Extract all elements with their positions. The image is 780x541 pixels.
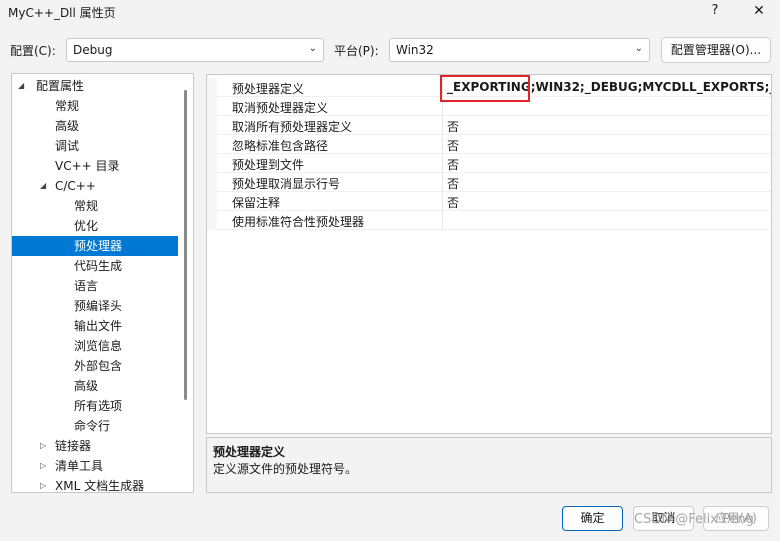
grid-row[interactable]: 忽略标准包含路径 否	[207, 135, 771, 154]
grid-row[interactable]: 预处理取消显示行号 否	[207, 173, 771, 192]
property-value[interactable]: 否	[447, 137, 459, 154]
tree-item-external-includes[interactable]: 外部包含	[12, 356, 178, 376]
platform-value: Win32	[396, 43, 434, 57]
tree-item-xml-doc-generator[interactable]: ▷ XML 文档生成器	[12, 476, 178, 492]
property-name: 预处理取消显示行号	[232, 177, 341, 191]
tree-item-linker[interactable]: ▷ 链接器	[12, 436, 178, 456]
property-name: 取消所有预处理器定义	[232, 120, 353, 134]
grid-row[interactable]: 预处理到文件 否	[207, 154, 771, 173]
property-tree[interactable]: ◢ 配置属性 常规 高级 调试 VC++ 目录 ◢ C/C++ 常规 优化 预处…	[11, 73, 194, 493]
highlight-annotation-box	[440, 75, 530, 102]
title-bar: MyC++_Dll 属性页 ? ✕	[0, 0, 780, 28]
description-title: 预处理器定义	[213, 445, 286, 459]
tree-item-manifest-tool[interactable]: ▷ 清单工具	[12, 456, 178, 476]
property-grid[interactable]: 预处理器定义 _EXPORTING;WIN32;_DEBUG;MYCDLL_EX…	[206, 74, 772, 434]
tree-item-advanced[interactable]: 高级	[12, 116, 178, 136]
property-name: 使用标准符合性预处理器	[232, 215, 365, 229]
tree-scrollbar[interactable]	[184, 90, 187, 400]
tree-item-vc-directories[interactable]: VC++ 目录	[12, 156, 178, 176]
ok-button[interactable]: 确定	[562, 506, 623, 531]
expand-icon[interactable]: ▷	[40, 456, 46, 476]
tree-item-precompiled-headers[interactable]: 预编译头	[12, 296, 178, 316]
property-name: 保留注释	[232, 196, 281, 210]
platform-label: 平台(P):	[334, 44, 379, 58]
window-title: MyC++_Dll 属性页	[8, 6, 116, 20]
property-name: 预处理到文件	[232, 158, 305, 172]
help-button[interactable]: ?	[700, 0, 730, 24]
tree-item-all-options[interactable]: 所有选项	[12, 396, 178, 416]
chevron-down-icon: ⌄	[634, 43, 643, 54]
expand-icon[interactable]: ◢	[40, 176, 46, 196]
tree-item-preprocessor[interactable]: 预处理器	[12, 236, 178, 256]
property-value[interactable]: 否	[447, 194, 459, 211]
tree-item-cpp-advanced[interactable]: 高级	[12, 376, 178, 396]
config-value: Debug	[73, 43, 113, 57]
expand-icon[interactable]: ▷	[40, 436, 46, 456]
property-name: 取消预处理器定义	[232, 101, 329, 115]
tree-item-cpp-general[interactable]: 常规	[12, 196, 178, 216]
property-value[interactable]: 否	[447, 175, 459, 192]
tree-item-general[interactable]: 常规	[12, 96, 178, 116]
config-select[interactable]: Debug ⌄	[66, 38, 324, 62]
property-name: 忽略标准包含路径	[232, 139, 329, 153]
tree-item-language[interactable]: 语言	[12, 276, 178, 296]
tree-item-config-properties[interactable]: ◢ 配置属性	[12, 76, 178, 96]
config-label: 配置(C):	[10, 44, 56, 58]
tree-item-output-files[interactable]: 输出文件	[12, 316, 178, 336]
tree-item-browse-info[interactable]: 浏览信息	[12, 336, 178, 356]
tree-item-optimization[interactable]: 优化	[12, 216, 178, 236]
close-icon[interactable]: ✕	[742, 0, 776, 24]
description-text: 定义源文件的预处理符号。	[213, 462, 358, 476]
property-value[interactable]: 否	[447, 156, 459, 173]
description-panel: 预处理器定义 定义源文件的预处理符号。	[206, 437, 772, 493]
watermark: CSDN @Felix Peng	[634, 512, 754, 527]
tree-item-cpp[interactable]: ◢ C/C++	[12, 176, 178, 196]
expand-icon[interactable]: ◢	[18, 76, 24, 96]
config-manager-button[interactable]: 配置管理器(O)...	[661, 37, 771, 63]
grid-row[interactable]: 保留注释 否	[207, 192, 771, 211]
property-value[interactable]: 否	[447, 118, 459, 135]
property-name: 预处理器定义	[232, 82, 305, 96]
tree-item-command-line[interactable]: 命令行	[12, 416, 178, 436]
tree-item-code-generation[interactable]: 代码生成	[12, 256, 178, 276]
expand-icon[interactable]: ▷	[40, 476, 46, 492]
tree-item-debugging[interactable]: 调试	[12, 136, 178, 156]
chevron-down-icon: ⌄	[308, 43, 317, 54]
grid-row[interactable]: 取消所有预处理器定义 否	[207, 116, 771, 135]
grid-row[interactable]: 使用标准符合性预处理器	[207, 211, 771, 230]
platform-select[interactable]: Win32 ⌄	[389, 38, 650, 62]
